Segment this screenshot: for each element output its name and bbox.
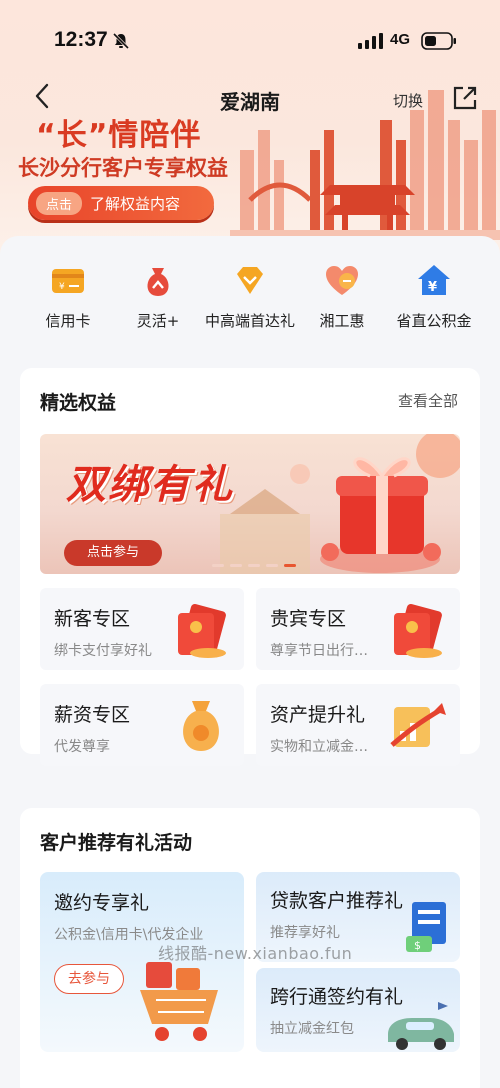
share-external-icon[interactable]: [451, 84, 479, 112]
credit-card-icon: ¥: [52, 269, 84, 293]
tile-subtitle: 尊享节日出行…: [270, 643, 368, 659]
carousel-dot: [248, 564, 260, 567]
banner-title: “长”情陪伴: [36, 118, 202, 153]
quick-item-flexible[interactable]: 灵活+: [108, 262, 208, 331]
battery-icon: [421, 32, 456, 50]
svg-text:¥: ¥: [428, 280, 437, 295]
quick-label: 湘工惠: [319, 312, 365, 330]
quick-actions: ¥ 信用卡 灵活+ 中高端首达礼 湘工惠 ¥ 省直公积金: [0, 262, 500, 352]
featured-benefits-card: 精选权益 查看全部 双绑有礼 点击参与 新客专区 绑卡支付享好礼 贵宾专区 尊享…: [20, 368, 480, 766]
tile-title: 薪资专区: [54, 704, 131, 726]
tile-vip[interactable]: 贵宾专区 尊享节日出行…: [256, 588, 460, 670]
shopping-cart-gift-icon: [140, 962, 218, 1041]
tile-subtitle: 绑卡支付享好礼: [54, 643, 152, 659]
red-envelope-icon: [178, 603, 226, 658]
tile-new-customer[interactable]: 新客专区 绑卡支付享好礼: [40, 588, 244, 670]
quick-item-xianggonghui[interactable]: 湘工惠: [292, 262, 392, 331]
tile-title: 资产提升礼: [270, 704, 366, 726]
referral-title: 贷款客户推荐礼: [270, 890, 404, 912]
red-envelope-icon: [394, 603, 442, 658]
car-icon: [388, 1002, 454, 1050]
section-title: 精选权益: [40, 392, 117, 414]
signal-strength-icon: [358, 33, 383, 49]
carousel-dot-active: [284, 564, 296, 567]
promo-title: 双绑有礼: [66, 462, 234, 508]
tile-subtitle: 代发尊享: [54, 739, 110, 755]
document-money-icon: $: [406, 902, 446, 952]
money-bag-icon: [183, 701, 219, 751]
mute-bell-icon: [112, 32, 130, 50]
participate-button[interactable]: 去参与: [54, 964, 124, 994]
svg-text:$: $: [414, 939, 421, 952]
tile-subtitle: 实物和立减金…: [270, 739, 368, 755]
watermark: 线报酷-new.xianbao.fun: [158, 944, 353, 963]
house-yuan-icon: ¥: [418, 265, 450, 295]
quick-item-premium-gift[interactable]: 中高端首达礼: [200, 262, 300, 331]
tile-salary[interactable]: 薪资专区 代发尊享: [40, 684, 244, 766]
svg-text:¥: ¥: [59, 282, 65, 292]
banner-subtitle: 长沙分行客户专享权益: [18, 156, 228, 180]
tile-asset-upgrade[interactable]: 资产提升礼 实物和立减金…: [256, 684, 460, 766]
money-bag-icon: [147, 268, 169, 296]
click-tag: 点击: [36, 191, 83, 215]
carousel-indicator: [212, 564, 296, 567]
heart-icon: [326, 266, 358, 295]
learn-benefits-label: 了解权益内容: [90, 194, 181, 213]
growth-chart-icon: [390, 703, 446, 747]
status-bar: 12:37 4G: [0, 0, 500, 80]
referral-subtitle: 抽立减金红包: [270, 1021, 354, 1037]
referral-subtitle: 推荐享好礼: [270, 925, 340, 941]
status-time: 12:37: [54, 28, 108, 51]
join-now-button[interactable]: 点击参与: [64, 540, 162, 566]
learn-benefits-button[interactable]: 点击 了解权益内容: [28, 186, 214, 220]
carousel-dot: [212, 564, 224, 567]
quick-label: 中高端首达礼: [204, 312, 295, 330]
quick-label: 信用卡: [45, 312, 91, 330]
carousel-dot: [266, 564, 278, 567]
promo-banner[interactable]: 双绑有礼 点击参与: [40, 434, 460, 574]
quick-item-provident-fund[interactable]: ¥ 省直公积金: [384, 262, 484, 331]
switch-button[interactable]: 切换: [393, 90, 423, 111]
tile-title: 新客专区: [54, 608, 131, 630]
quick-label: 灵活+: [136, 312, 180, 330]
view-all-link[interactable]: 查看全部: [398, 390, 458, 411]
carousel-dot: [230, 564, 242, 567]
quick-label: 省直公积金: [396, 312, 472, 330]
referral-title: 邀约专享礼: [54, 892, 150, 914]
section-title: 客户推荐有礼活动: [40, 832, 193, 854]
network-type: 4G: [390, 31, 411, 48]
referral-card-cross-bank[interactable]: 跨行通签约有礼 抽立减金红包: [256, 968, 460, 1052]
tile-title: 贵宾专区: [270, 608, 347, 630]
diamond-icon: [237, 267, 263, 294]
quick-item-credit-card[interactable]: ¥ 信用卡: [18, 262, 118, 331]
